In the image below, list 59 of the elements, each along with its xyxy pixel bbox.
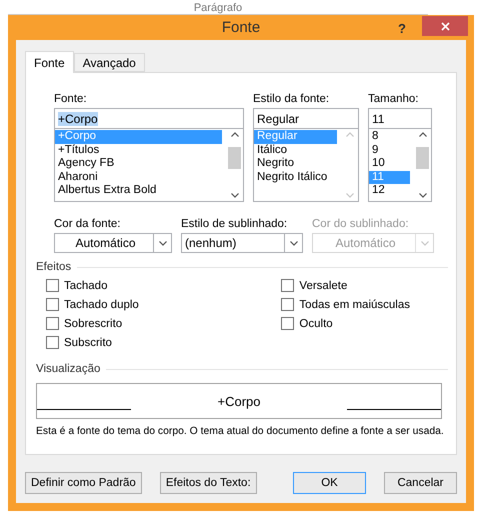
scroll-up-icon[interactable] <box>418 132 426 137</box>
input-field[interactable]: Regular <box>253 108 359 129</box>
checkbox-label: Versalete <box>299 280 348 292</box>
list-item[interactable]: 12 <box>369 184 410 198</box>
scroll-down-icon[interactable] <box>230 193 238 198</box>
field-label: Estilo da fonte: <box>253 93 330 107</box>
dialog-button[interactable]: OK <box>293 472 366 494</box>
group-title: Visualização <box>36 363 100 375</box>
list-item[interactable]: 8 <box>369 130 410 144</box>
field-label: Fonte: <box>54 93 88 107</box>
checkbox[interactable] <box>46 298 59 311</box>
scroll-up-icon[interactable] <box>230 132 238 137</box>
list-item[interactable]: Itálico <box>254 144 337 157</box>
checkbox[interactable] <box>281 298 294 311</box>
scroll-down-icon[interactable] <box>418 193 426 198</box>
dropdown[interactable]: (nenhum) <box>181 233 303 253</box>
help-button[interactable]: ? <box>398 21 406 36</box>
checkbox[interactable] <box>281 317 294 330</box>
scrollbar-thumb[interactable] <box>228 147 241 169</box>
ribbon-group-label: Parágrafo <box>194 2 242 14</box>
close-icon <box>440 22 450 30</box>
field-label: Estilo de sublinhado: <box>181 218 288 232</box>
checkbox-label: Oculto <box>299 318 333 330</box>
preview-description: Esta é a fonte do tema do corpo. O tema atual do documento define a fonte a ser usada. <box>36 425 445 438</box>
field-label: Cor da fonte: <box>54 218 122 232</box>
input-field[interactable]: 11 <box>368 108 432 129</box>
group-title: Efeitos <box>36 261 72 273</box>
checkbox[interactable] <box>281 279 294 292</box>
list-item[interactable]: +Títulos <box>55 144 222 157</box>
close-button[interactable] <box>422 16 468 36</box>
checkbox-label: Tachado duplo <box>64 298 139 310</box>
checkbox[interactable] <box>46 279 59 292</box>
list-item[interactable]: Aharoni <box>55 170 222 184</box>
dialog-button[interactable]: Definir como Padrão <box>25 472 142 494</box>
window-title: Fonte <box>222 19 260 36</box>
checkbox[interactable] <box>46 336 59 349</box>
field-label: Tamanho: <box>368 93 420 107</box>
dialog-button[interactable]: Efeitos do Texto: <box>160 472 257 494</box>
field-label: Cor do sublinhado: <box>312 218 410 232</box>
dialog-button[interactable]: Cancelar <box>384 472 457 494</box>
list-item[interactable]: Negrito <box>254 157 337 170</box>
tab[interactable]: Fonte <box>25 51 74 73</box>
list-item[interactable]: Albertus Extra Bold <box>55 184 222 198</box>
list-item[interactable]: Negrito Itálico <box>254 170 337 184</box>
scrollbar-thumb[interactable] <box>416 147 429 169</box>
input-field[interactable]: +Corpo <box>54 108 244 129</box>
checkbox[interactable] <box>46 317 59 330</box>
checkbox-label: Subscrito <box>64 336 112 348</box>
preview-sample: +Corpo <box>218 394 260 408</box>
tab[interactable]: Avançado <box>74 53 145 72</box>
checkbox-label: Todas em maiúsculas <box>299 298 410 310</box>
list-item[interactable]: 10 <box>369 157 410 170</box>
list-item[interactable]: 9 <box>369 144 410 157</box>
scroll-down-icon[interactable] <box>158 240 166 246</box>
dropdown[interactable]: Automático <box>54 233 172 253</box>
list-item[interactable]: Agency FB <box>55 157 222 170</box>
checkbox-label: Tachado <box>64 280 108 292</box>
scroll-down-icon[interactable] <box>290 240 298 246</box>
checkbox-label: Sobrescrito <box>64 318 122 330</box>
